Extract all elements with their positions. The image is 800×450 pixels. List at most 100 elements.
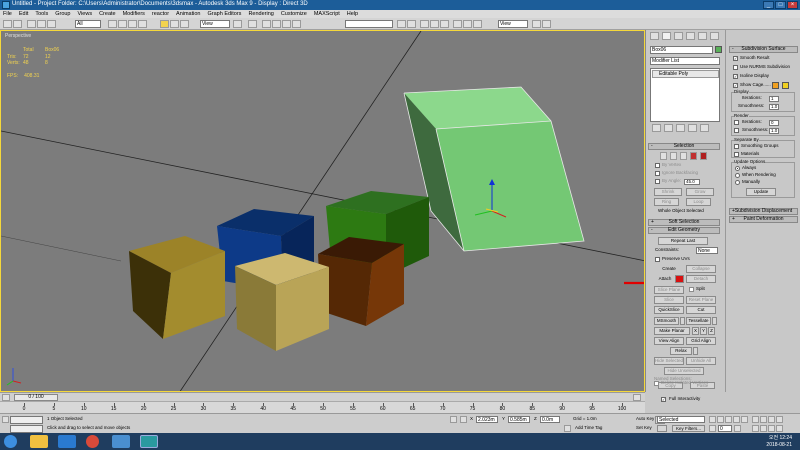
relax-settings-icon[interactable]	[693, 347, 698, 355]
named-selection-sets-dropdown[interactable]	[345, 20, 393, 28]
box-yellow-right[interactable]	[235, 253, 329, 351]
x-coordinate-field[interactable]: 2.023m	[476, 416, 498, 423]
vertex-mode-icon[interactable]	[660, 152, 667, 160]
add-time-tag-text[interactable]: Add Time Tag	[575, 425, 602, 431]
tessellate-button[interactable]: Tessellate	[686, 317, 711, 325]
box-brown[interactable]	[318, 237, 404, 326]
shrink-button[interactable]: Shrink	[654, 188, 682, 196]
zoom-extents-icon[interactable]	[768, 416, 775, 423]
smoothness-spinner[interactable]: 1.0	[769, 104, 779, 110]
utilities-tab-icon[interactable]	[710, 32, 719, 40]
start-icon[interactable]	[4, 435, 17, 448]
subdivision-displacement-header[interactable]: + Subdivision Displacement	[729, 208, 798, 215]
msmooth-button[interactable]: MSmooth	[654, 317, 679, 325]
3ds-max-taskbar-icon[interactable]	[140, 435, 158, 448]
rectangular-selection-icon[interactable]	[128, 20, 137, 28]
cut-button[interactable]: Cut	[686, 306, 716, 314]
undo-icon[interactable]	[3, 20, 12, 28]
time-prev-icon[interactable]	[2, 394, 10, 401]
lock-selection-icon[interactable]	[450, 416, 457, 423]
unhide-all-button[interactable]: Unhide All	[686, 357, 716, 365]
update-button[interactable]: Update	[746, 188, 776, 196]
track-bar[interactable]: 0 5 10 15 20 25 30 35 40 45 50 55 60 65 70 75 80 85 90 95 10…	[0, 401, 645, 413]
planar-x-button[interactable]: X	[692, 327, 699, 335]
object-color-swatch[interactable]	[715, 46, 722, 53]
menu-tools[interactable]: Tools	[35, 10, 48, 18]
zoom-icon[interactable]	[752, 416, 759, 423]
menu-create[interactable]: Create	[99, 10, 116, 18]
schematic-view-icon[interactable]	[440, 20, 449, 28]
chrome-icon[interactable]	[86, 435, 99, 448]
modifier-list-dropdown[interactable]: Modifier List	[650, 57, 720, 65]
network-icon[interactable]	[112, 435, 130, 448]
cage-color-swatch-1[interactable]	[772, 82, 779, 89]
auto-key-label[interactable]: Auto Key	[636, 416, 654, 422]
make-planar-button[interactable]: Make Planar	[654, 327, 690, 335]
hierarchy-tab-icon[interactable]	[674, 32, 683, 40]
selection-rollout-header[interactable]: - Selection	[648, 143, 720, 150]
curve-editor-icon[interactable]	[430, 20, 439, 28]
slice-button[interactable]: Slice	[654, 296, 684, 304]
show-end-result-icon[interactable]	[664, 124, 673, 132]
when-rendering-radio[interactable]	[735, 173, 740, 178]
element-mode-icon[interactable]	[700, 152, 707, 160]
menu-views[interactable]: Views	[78, 10, 93, 18]
render-view-dropdown[interactable]: View	[498, 20, 528, 28]
internet-explorer-icon[interactable]	[58, 435, 76, 448]
menu-customize[interactable]: Customize	[281, 10, 307, 18]
perspective-viewport[interactable]: Perspective Total Box06 Tris: 72 12 Vert…	[0, 30, 645, 392]
pivot-center-icon[interactable]	[233, 20, 242, 28]
iterations-spinner[interactable]: 1	[769, 96, 779, 102]
object-name-field[interactable]: Box06	[650, 46, 713, 54]
repeat-last-button[interactable]: Repeat Last	[658, 237, 708, 245]
cage-color-swatch-2[interactable]	[782, 82, 789, 89]
key-mode-dropdown[interactable]: Selected	[657, 416, 705, 423]
z-coordinate-field[interactable]: 0.0m	[540, 416, 560, 423]
quickslice-button[interactable]: QuickSlice	[654, 306, 684, 314]
time-next-icon[interactable]	[633, 394, 641, 401]
zoom-all-icon[interactable]	[760, 416, 767, 423]
pan-icon[interactable]	[760, 425, 767, 432]
split-checkbox[interactable]	[689, 287, 694, 292]
pin-stack-icon[interactable]	[652, 124, 661, 132]
angle-snap-icon[interactable]	[272, 20, 281, 28]
select-and-scale-icon[interactable]	[180, 20, 189, 28]
polygon-mode-icon[interactable]	[690, 152, 697, 160]
bind-spacewarp-icon[interactable]	[47, 20, 56, 28]
select-link-icon[interactable]	[27, 20, 36, 28]
set-key-label[interactable]: Set Key	[636, 425, 652, 431]
set-key-button[interactable]	[657, 425, 667, 432]
render-smoothness-spinner[interactable]: 1.0	[769, 128, 779, 134]
modify-tab-icon[interactable]	[662, 32, 671, 40]
planar-z-button[interactable]: Z	[708, 327, 715, 335]
maxscript-mini-listener-1[interactable]	[10, 416, 43, 424]
smooth-result-checkbox[interactable]: ✓	[733, 56, 738, 61]
full-interactivity-checkbox[interactable]: ✓	[661, 397, 666, 402]
remove-modifier-icon[interactable]	[688, 124, 697, 132]
slice-plane-button[interactable]: Slice Plane	[654, 286, 684, 294]
layer-manager-icon[interactable]	[420, 20, 429, 28]
soft-selection-rollout-header[interactable]: + Soft Selection	[648, 219, 720, 226]
menu-rendering[interactable]: Rendering	[248, 10, 273, 18]
loop-button[interactable]: Loop	[686, 198, 711, 206]
time-slider[interactable]: 0 / 100	[14, 394, 58, 401]
detach-button[interactable]: Detach	[686, 275, 716, 283]
reference-coordinate-dropdown[interactable]: View	[200, 20, 230, 28]
box-large-green[interactable]	[403, 86, 585, 252]
grow-button[interactable]: Grow	[686, 188, 714, 196]
maximize-button[interactable]: □	[775, 1, 786, 9]
render-iterations-checkbox[interactable]	[734, 120, 739, 125]
manipulate-icon[interactable]	[248, 20, 257, 28]
select-by-name-icon[interactable]	[118, 20, 127, 28]
menu-help[interactable]: Help	[347, 10, 358, 18]
material-editor-icon[interactable]	[453, 20, 462, 28]
unlink-icon[interactable]	[37, 20, 46, 28]
delete-isolated-checkbox[interactable]	[654, 381, 659, 386]
y-coordinate-field[interactable]: 0.585m	[508, 416, 530, 423]
spinner-snap-icon[interactable]	[292, 20, 301, 28]
ignore-backfacing-checkbox[interactable]	[655, 171, 660, 176]
msmooth-settings-icon[interactable]	[680, 317, 685, 325]
close-button[interactable]: ×	[787, 1, 798, 9]
select-object-icon[interactable]	[108, 20, 117, 28]
snap-toggle-icon[interactable]	[262, 20, 271, 28]
